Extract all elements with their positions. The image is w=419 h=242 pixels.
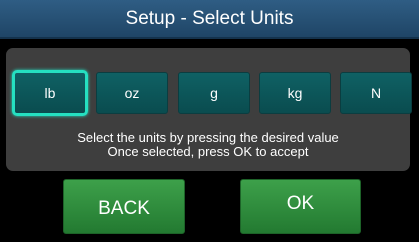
- back-button[interactable]: BACK: [63, 179, 185, 234]
- unit-button-lb[interactable]: lb: [12, 70, 88, 116]
- page-title: Setup - Select Units: [0, 0, 419, 39]
- ok-button[interactable]: OK: [240, 179, 361, 234]
- units-panel: lb oz g kg N Select the units by pressin…: [6, 48, 412, 171]
- unit-button-oz[interactable]: oz: [96, 72, 168, 114]
- instructions-line-2: Once selected, press OK to accept: [107, 144, 309, 159]
- unit-button-kg[interactable]: kg: [259, 72, 331, 114]
- unit-button-g[interactable]: g: [178, 72, 250, 114]
- instructions-line-1: Select the units by pressing the desired…: [77, 130, 339, 145]
- unit-button-n[interactable]: N: [340, 72, 412, 114]
- instructions: Select the units by pressing the desired…: [6, 131, 410, 159]
